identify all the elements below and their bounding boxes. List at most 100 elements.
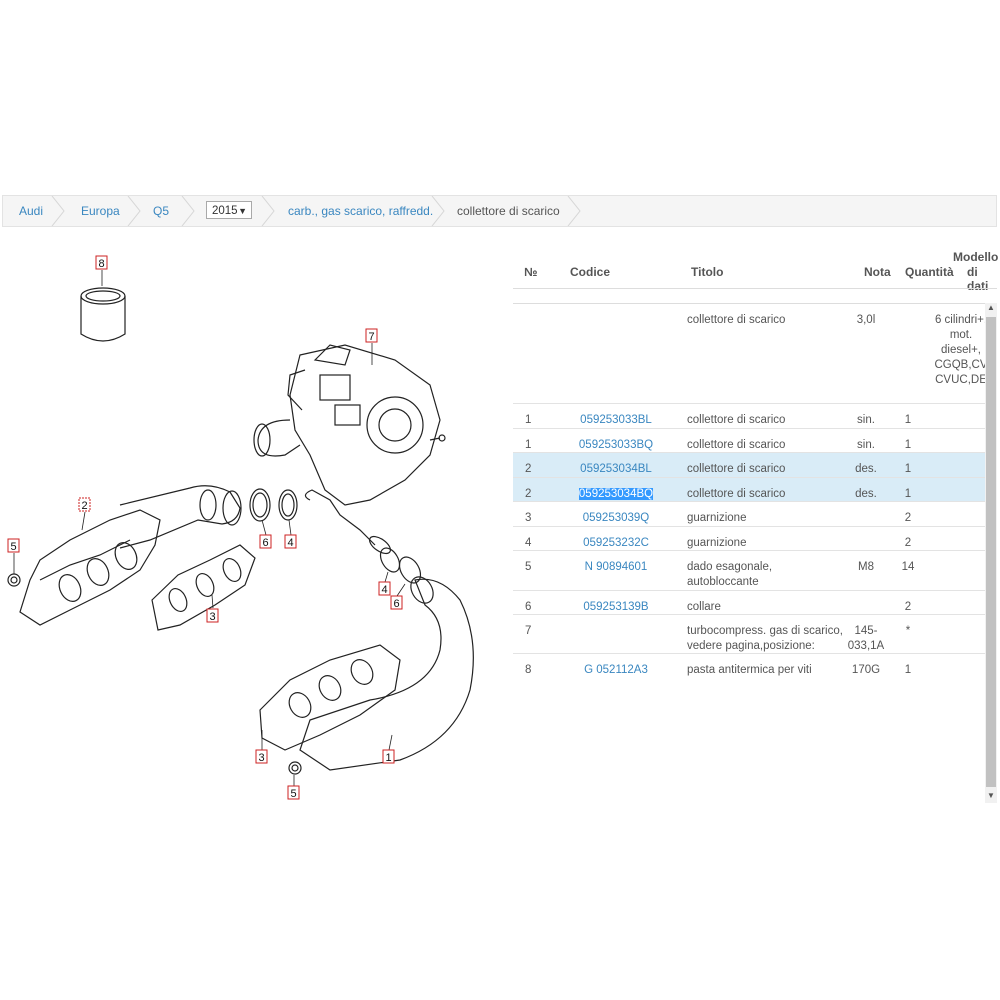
row-no: 5 [525, 561, 532, 573]
scroll-down-arrow-icon[interactable]: ▼ [985, 791, 997, 803]
part-code-link[interactable]: 059253039Q [551, 511, 681, 526]
callout-label: 4 [381, 584, 387, 596]
row-no: 7 [525, 625, 532, 637]
chevron-right-icon [181, 196, 195, 226]
parts-table-body: collettore di scarico 3,0l 6 cilindri+, … [513, 303, 997, 803]
row-qty: 2 [904, 601, 912, 613]
chevron-right-icon [261, 196, 275, 226]
row-qty: 1 [904, 414, 912, 426]
header-model-line1: Modello [953, 250, 999, 264]
parts-table-header: № Codice Titolo Nota Quantità Modello di… [513, 240, 1000, 293]
diagram-drawing [7, 287, 474, 775]
callout-label: 3 [258, 752, 264, 764]
row-qty: 1 [904, 488, 912, 500]
highlighted-text: 059253034BQ [578, 488, 654, 500]
table-row[interactable]: 3 059253039Q guarnizione 2 [513, 501, 985, 526]
table-row[interactable]: 8 G 052112A3 pasta antitermica per viti … [513, 653, 985, 683]
table-row-selected[interactable]: 2 059253034BL collettore di scarico des.… [513, 452, 985, 477]
row-title: collettore di scarico [687, 314, 786, 326]
table-row[interactable]: 5 N 90894601 dado esagonale, autobloccan… [513, 550, 985, 590]
part-code-link[interactable]: 059253232C [551, 536, 681, 551]
row-qty: 1 [904, 664, 912, 676]
row-title: collettore di scarico [687, 463, 786, 475]
callout-label: 3 [209, 611, 215, 623]
row-nota: des. [855, 463, 877, 475]
breadcrumb: Audi Europa Q5 2015 ▼ carb., gas scarico… [2, 195, 997, 227]
callout-label: 2 [81, 500, 87, 512]
row-nota: 170G [851, 664, 881, 676]
callout-label: 4 [287, 537, 293, 549]
table-row[interactable]: 6 059253139B collare 2 [513, 590, 985, 614]
row-title: collare [687, 601, 721, 613]
row-no: 8 [525, 664, 532, 676]
table-row[interactable]: 1 059253033BL collettore di scarico sin.… [513, 403, 985, 428]
table-row-selected[interactable]: 2 059253034BQ collettore di scarico des.… [513, 477, 985, 501]
callout-label: 1 [385, 752, 391, 764]
chevron-right-icon [51, 196, 65, 226]
header-qty: Quantità [905, 265, 954, 279]
row-title: collettore di scarico [687, 414, 786, 426]
caret-down-icon: ▼ [238, 206, 247, 216]
part-code-link[interactable]: 059253033BL [551, 413, 681, 428]
breadcrumb-current: collettore di scarico [457, 204, 560, 218]
row-nota: M8 [858, 561, 874, 573]
table-row[interactable]: 7 turbocompress. gas di scarico, vedere … [513, 614, 985, 653]
leader-lines [13, 270, 406, 786]
header-no: № [524, 265, 538, 279]
row-qty: * [905, 625, 911, 637]
breadcrumb-q5[interactable]: Q5 [153, 196, 169, 226]
part-code-link[interactable]: 059253139B [551, 600, 681, 615]
part-code-link[interactable]: N 90894601 [551, 560, 681, 575]
row-qty: 1 [904, 463, 912, 475]
row-no: 1 [525, 439, 532, 451]
breadcrumb-europa[interactable]: Europa [81, 196, 120, 226]
part-code-link[interactable]: 059253034BQ [551, 487, 681, 502]
row-no: 3 [525, 512, 532, 524]
row-title: guarnizione [687, 537, 747, 549]
row-title: collettore di scarico [687, 439, 786, 451]
breadcrumb-audi[interactable]: Audi [19, 196, 43, 226]
parts-diagram: 8 7 2 6 4 5 3 4 6 3 1 5 [7, 255, 474, 800]
row-no: 4 [525, 537, 532, 549]
row-qty: 1 [904, 439, 912, 451]
table-row[interactable]: 4 059253232C guarnizione 2 [513, 526, 985, 550]
chevron-right-icon [567, 196, 581, 226]
header-title: Titolo [691, 265, 724, 279]
row-title: collettore di scarico [687, 488, 786, 500]
callout-label: 8 [98, 258, 104, 270]
part-code-link[interactable]: 059253034BL [551, 462, 681, 477]
row-title: pasta antitermica per viti [687, 664, 812, 676]
header-code: Codice [570, 265, 611, 279]
row-no: 2 [525, 488, 532, 500]
row-title: turbocompress. gas di scarico, vedere pa… [687, 625, 843, 652]
header-divider [513, 288, 997, 289]
row-nota: des. [855, 488, 877, 500]
part-code-link[interactable]: 059253033BQ [551, 438, 681, 453]
header-nota: Nota [864, 265, 891, 279]
row-qty: 14 [901, 561, 915, 573]
row-nota: 3,0l [856, 314, 876, 326]
row-nota: sin. [857, 414, 875, 426]
row-no: 2 [525, 463, 532, 475]
row-nota: sin. [857, 439, 875, 451]
table-row-group-header: collettore di scarico 3,0l 6 cilindri+, … [513, 303, 988, 403]
row-model: 6 cilindri+, mot. diesel+, CGQB,CV CVUC,… [934, 314, 988, 386]
callout-label: 6 [393, 598, 399, 610]
table-row[interactable]: 1 059253033BQ collettore di scarico sin.… [513, 428, 985, 452]
part-code-link[interactable]: G 052112A3 [551, 663, 681, 678]
callouts: 8 7 2 6 4 5 3 4 6 3 1 5 [7, 255, 403, 800]
year-select[interactable]: 2015 ▼ [206, 201, 252, 219]
callout-label: 6 [262, 537, 268, 549]
scrollbar-thumb[interactable] [986, 317, 996, 787]
row-nota: 145-033,1A [847, 625, 885, 652]
year-select-value: 2015 [212, 205, 238, 217]
row-title: guarnizione [687, 512, 747, 524]
row-no: 1 [525, 414, 532, 426]
row-title: dado esagonale, autobloccante [687, 561, 773, 588]
callout-label: 5 [290, 788, 296, 800]
chevron-right-icon [127, 196, 141, 226]
breadcrumb-category[interactable]: carb., gas scarico, raffredd. [288, 196, 433, 226]
row-qty: 2 [904, 537, 912, 549]
row-no: 6 [525, 601, 532, 613]
scroll-up-arrow-icon[interactable]: ▲ [985, 303, 997, 315]
